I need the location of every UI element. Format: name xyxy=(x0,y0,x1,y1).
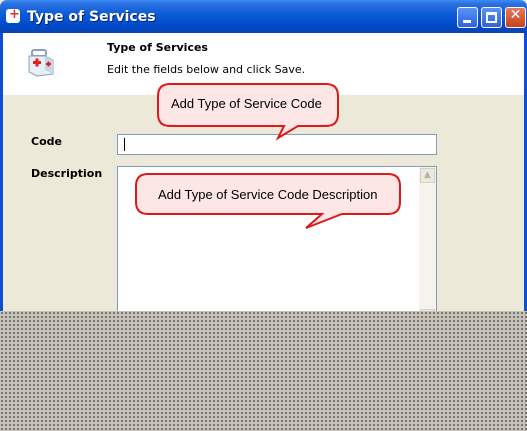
obscured-area xyxy=(0,311,527,431)
first-aid-kit-icon xyxy=(6,7,20,23)
maximize-button[interactable] xyxy=(481,7,502,28)
maximize-icon xyxy=(486,12,497,23)
text-caret xyxy=(124,138,125,151)
minimize-button[interactable] xyxy=(457,7,478,28)
close-icon: ✕ xyxy=(509,7,522,23)
code-label: Code xyxy=(31,135,62,148)
dialog-window: Type of Services ✕ Type of Services Edit… xyxy=(0,0,527,311)
description-callout-text: Add Type of Service Code Description xyxy=(158,187,378,202)
minimize-icon xyxy=(463,20,471,23)
scroll-up-button[interactable]: ▲ xyxy=(420,168,435,183)
close-button[interactable]: ✕ xyxy=(505,7,526,28)
code-callout-text: Add Type of Service Code xyxy=(171,96,322,111)
first-aid-kit-icon xyxy=(28,49,54,77)
header-title: Type of Services xyxy=(107,41,208,54)
code-callout-bubble xyxy=(157,83,339,141)
description-scrollbar[interactable]: ▲ ▼ xyxy=(419,167,436,311)
title-bar[interactable]: Type of Services ✕ xyxy=(0,0,527,33)
description-label: Description xyxy=(31,167,103,180)
window-title: Type of Services xyxy=(27,9,156,25)
header-subtitle: Edit the fields below and click Save. xyxy=(107,63,306,76)
